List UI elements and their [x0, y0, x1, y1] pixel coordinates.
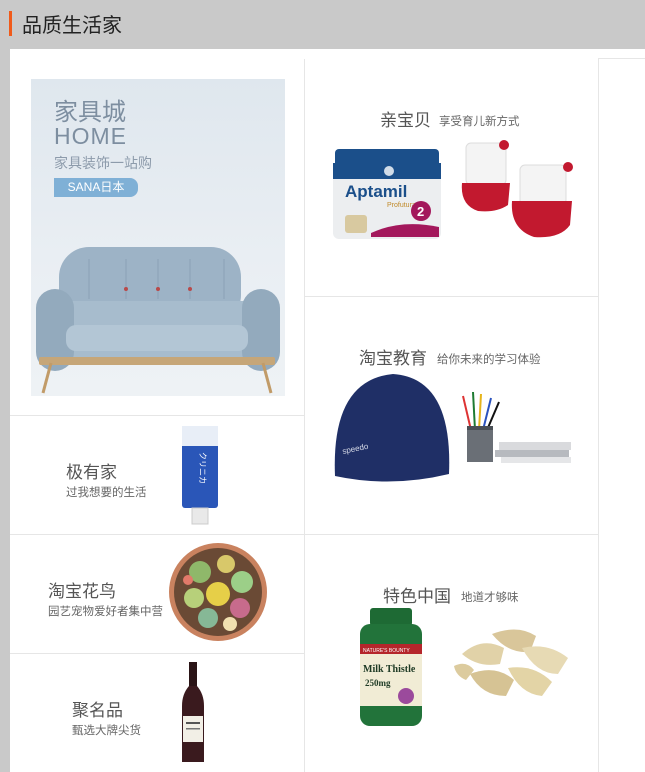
grid-divider	[10, 534, 598, 535]
supplement-dose: 250mg	[365, 678, 391, 688]
banner-badge: SANA日本	[54, 178, 138, 197]
succulent-bowl-image	[169, 543, 267, 641]
grid-divider	[304, 59, 305, 772]
tile-subtitle-china-specialty: 地道才够味	[461, 590, 519, 604]
grid-divider	[598, 59, 599, 772]
tile-subtitle-luxury: 甄选大牌尖货	[72, 723, 141, 737]
accent-bar	[9, 11, 12, 36]
tile-title-baby[interactable]: 亲宝贝	[380, 106, 431, 131]
grid-divider	[10, 653, 304, 654]
supplement-bottle-image: NATURE'S BOUNTY Milk Thistle 250mg	[360, 608, 422, 726]
banner-title-cn: 家具城	[54, 98, 126, 126]
formula-stage-text: 2	[417, 204, 424, 219]
tile-subtitle-garden: 园艺宠物爱好者集中营	[48, 604, 163, 618]
supplement-name: Milk Thistle	[363, 664, 416, 675]
grid-divider	[598, 58, 645, 59]
tile-subtitle-home-life: 过我想要的生活	[66, 485, 147, 499]
banner-subtitle: 家具装饰一站购	[54, 156, 152, 172]
tile-title-home-life[interactable]: 极有家	[66, 458, 117, 483]
banner-title-en: HOME	[54, 123, 127, 149]
formula-can-image: Aptamil Profutura 2	[333, 149, 441, 239]
tile-subtitle-baby: 享受育儿新方式	[439, 114, 520, 128]
wine-bottle-image	[182, 662, 204, 762]
home-furniture-banner[interactable]: 家具城 HOME 家具装饰一站购 SANA日本	[31, 79, 285, 396]
sofa-image	[36, 247, 280, 394]
toothpaste-image: クリニカ	[182, 426, 218, 525]
stationery-image	[462, 391, 571, 463]
tile-title-luxury[interactable]: 聚名品	[72, 696, 123, 721]
supplement-brand: NATURE'S BOUNTY	[363, 648, 410, 654]
section-title: 品质生活家	[22, 13, 122, 37]
toothpaste-brand: クリニカ	[198, 452, 207, 484]
formula-brand-text: Aptamil	[345, 182, 407, 201]
section-header: 品质生活家	[0, 0, 645, 49]
dried-food-image	[454, 629, 568, 696]
grid-divider	[10, 415, 304, 416]
tile-title-china-specialty[interactable]: 特色中国	[383, 582, 451, 607]
tile-subtitle-education: 给你未来的学习体验	[437, 352, 541, 366]
left-gutter	[0, 49, 10, 772]
swim-cap-image: speedo	[334, 374, 450, 482]
baby-shoes-image	[461, 140, 573, 238]
grid-divider	[304, 296, 598, 297]
tile-title-education[interactable]: 淘宝教育	[359, 344, 427, 369]
tile-title-garden[interactable]: 淘宝花鸟	[48, 577, 116, 602]
